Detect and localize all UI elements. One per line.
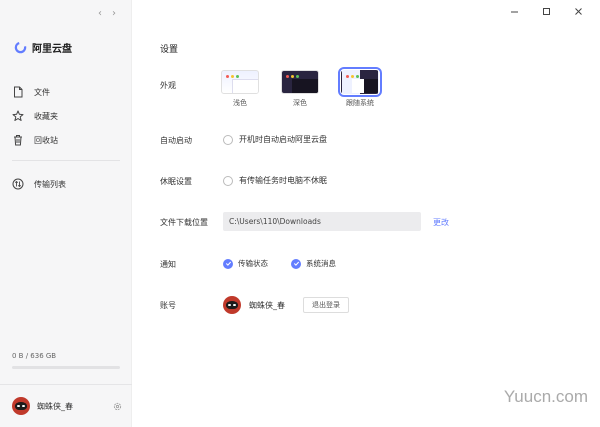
account-avatar — [223, 296, 241, 314]
sidebar-item-label: 文件 — [34, 87, 50, 97]
sidebar-item-files[interactable]: 文件 — [12, 80, 122, 104]
change-path-link[interactable]: 更改 — [433, 217, 449, 228]
star-icon — [12, 110, 24, 121]
autostart-option[interactable]: 开机时自动启动阿里云盘 — [223, 134, 327, 145]
theme-preview-dark[interactable] — [281, 70, 319, 94]
theme-preview-system[interactable] — [338, 67, 382, 97]
notify-transfer-option[interactable]: 传输状态 — [223, 258, 268, 269]
theme-label-system: 跟随系统 — [346, 99, 374, 107]
sidebar-item-label: 传输列表 — [34, 179, 66, 189]
autostart-option-text: 开机时自动启动阿里云盘 — [239, 135, 327, 144]
check-icon — [225, 261, 231, 266]
settings-panel: 设置 外观 浅色 深色 跟随系统 自动启动 开机时自动启动阿里云盘 休眠设置 有… — [133, 0, 600, 427]
aliyun-logo-icon — [14, 41, 27, 54]
forward-arrow-icon[interactable]: › — [112, 8, 116, 19]
theme-label-dark: 深色 — [293, 99, 307, 107]
check-icon — [293, 261, 299, 266]
sidebar-bottom-divider — [0, 384, 132, 385]
sidebar-item-transfers[interactable]: 传输列表 — [12, 172, 122, 196]
logout-button[interactable]: 退出登录 — [303, 297, 349, 313]
sidebar-item-favorites[interactable]: 收藏夹 — [12, 104, 122, 128]
sidebar-nav: 文件 收藏夹 回收站 — [12, 80, 122, 152]
autostart-label: 自动启动 — [160, 136, 192, 145]
account-label: 账号 — [160, 301, 176, 310]
app-name: 阿里云盘 — [32, 44, 72, 55]
download-location-label: 文件下载位置 — [160, 218, 208, 227]
theme-preview-light[interactable] — [221, 70, 259, 94]
user-profile[interactable]: 蜘蛛侠_春 — [12, 397, 122, 415]
back-arrow-icon[interactable]: ‹ — [98, 8, 102, 19]
account-row: 蜘蛛侠_春 退出登录 — [223, 296, 349, 314]
transfer-icon — [12, 178, 24, 190]
sleep-radio[interactable] — [223, 175, 233, 186]
sidebar-divider — [12, 160, 120, 161]
notify-transfer-checkbox[interactable] — [223, 258, 233, 269]
page-title: 设置 — [160, 45, 179, 55]
notify-system-text: 系统消息 — [306, 259, 336, 268]
gear-icon[interactable] — [113, 402, 122, 411]
notify-transfer-text: 传输状态 — [238, 259, 268, 268]
sidebar-item-label: 收藏夹 — [34, 111, 58, 121]
theme-option-light[interactable]: 浅色 — [221, 70, 259, 108]
watermark: Yuucn.com — [503, 387, 588, 406]
sidebar: ‹ › 阿里云盘 文件 收藏夹 回收站 传输列表 0 B / 636 GB 蜘蛛… — [0, 0, 132, 427]
notify-label: 通知 — [160, 260, 176, 269]
sleep-label: 休眠设置 — [160, 177, 192, 186]
history-nav: ‹ › — [98, 8, 116, 19]
user-name: 蜘蛛侠_春 — [37, 401, 73, 411]
autostart-radio[interactable] — [223, 134, 233, 145]
storage-usage-text: 0 B / 636 GB — [12, 352, 57, 360]
sleep-option[interactable]: 有传输任务时电脑不休眠 — [223, 175, 327, 186]
theme-option-dark[interactable]: 深色 — [281, 70, 319, 108]
sidebar-nav-secondary: 传输列表 — [12, 172, 122, 196]
theme-option-system[interactable]: 跟随系统 — [338, 67, 382, 108]
sleep-option-text: 有传输任务时电脑不休眠 — [239, 176, 327, 185]
notify-system-checkbox[interactable] — [291, 258, 301, 269]
file-icon — [14, 86, 23, 98]
sidebar-item-label: 回收站 — [34, 135, 58, 145]
download-path-field[interactable]: C:\Users\110\Downloads — [223, 212, 421, 231]
theme-options: 浅色 深色 跟随系统 — [221, 67, 382, 108]
appearance-label: 外观 — [160, 81, 176, 90]
storage-usage-bar — [12, 366, 120, 369]
avatar — [12, 397, 30, 415]
theme-label-light: 浅色 — [233, 99, 247, 107]
sidebar-item-trash[interactable]: 回收站 — [12, 128, 122, 152]
brand: 阿里云盘 — [14, 40, 72, 55]
account-name: 蜘蛛侠_春 — [249, 300, 285, 310]
trash-icon — [14, 135, 22, 146]
notify-system-option[interactable]: 系统消息 — [291, 258, 336, 269]
